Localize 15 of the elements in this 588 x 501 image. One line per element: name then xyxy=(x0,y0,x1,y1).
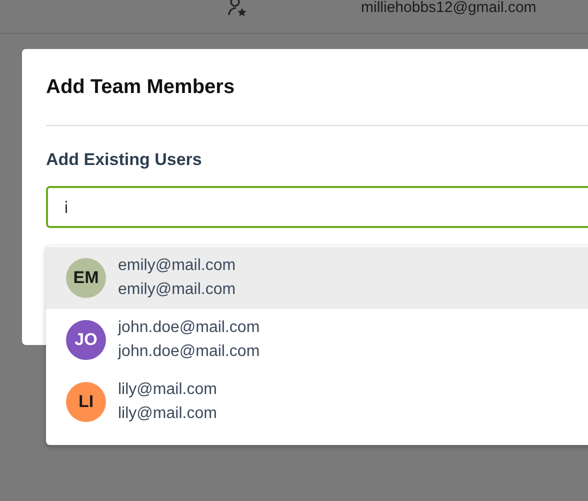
user-email: milliehobbs12@gmail.com xyxy=(361,0,536,16)
user-email: emily@mail.com xyxy=(118,257,236,275)
user-email: john.doe@mail.com xyxy=(118,343,260,361)
section-label: Add Existing Users xyxy=(46,150,203,170)
user-email: emily@mail.com xyxy=(118,281,236,299)
avatar: JO xyxy=(66,320,106,360)
avatar: EM xyxy=(66,258,106,298)
avatar: LI xyxy=(66,382,106,422)
user-star-icon[interactable] xyxy=(227,0,249,17)
user-email: lily@mail.com xyxy=(118,405,217,423)
dialog-title: Add Team Members xyxy=(46,49,588,126)
user-email: lily@mail.com xyxy=(118,381,217,399)
user-email: john.doe@mail.com xyxy=(118,319,260,337)
search-field[interactable]: i xyxy=(46,186,588,228)
suggestion-item[interactable]: EM emily@mail.com emily@mail.com xyxy=(46,247,588,309)
